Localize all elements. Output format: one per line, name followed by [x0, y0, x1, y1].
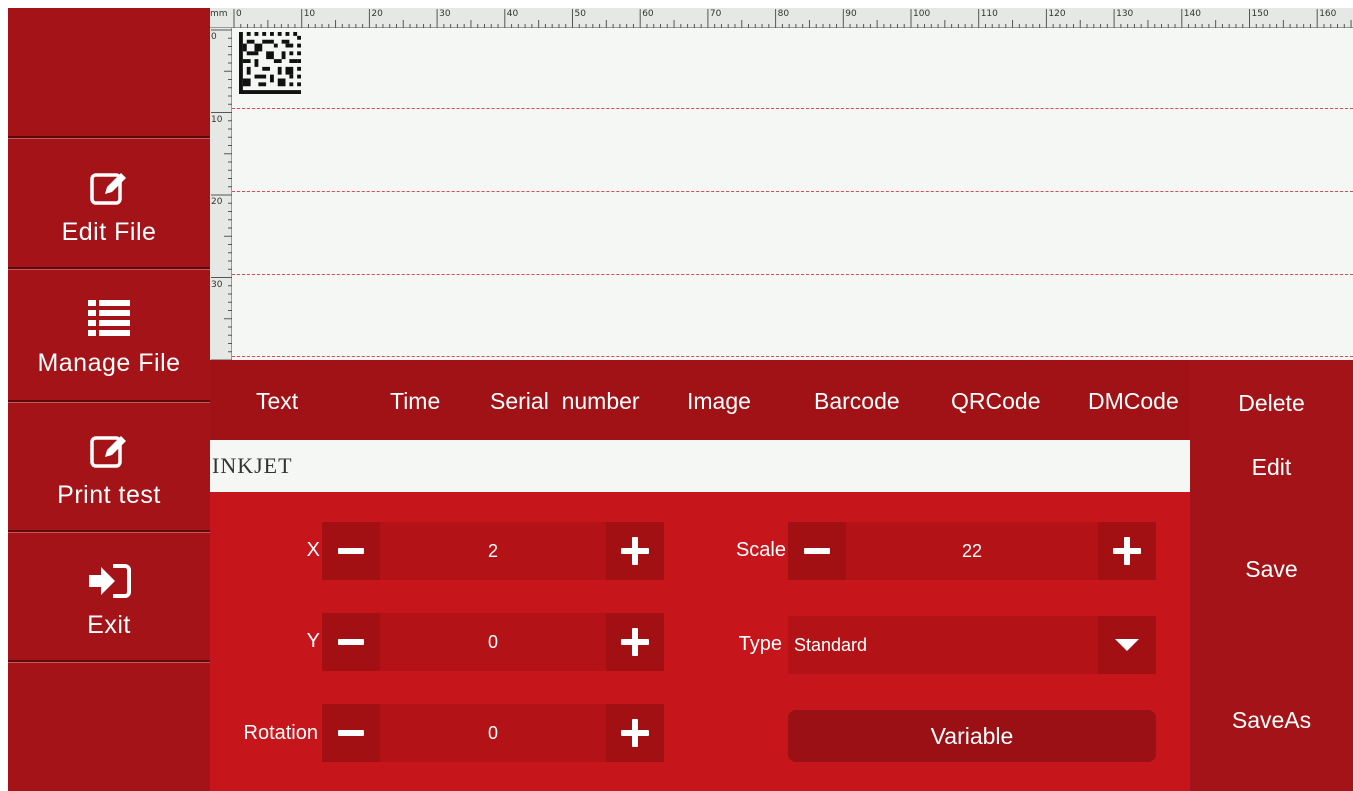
x-label: X — [306, 539, 320, 561]
tab-text[interactable]: Text — [256, 388, 298, 415]
sidebar-item-label: Manage File — [37, 348, 181, 377]
y-value[interactable]: 0 — [380, 613, 606, 671]
guide-line — [232, 356, 1353, 357]
ruler-tick-label: 150 — [1251, 9, 1269, 19]
ruler-tick-label: 120 — [1048, 9, 1066, 19]
sidebar: Edit File Manage File Print test Exit — [8, 8, 210, 791]
minus-icon — [338, 548, 364, 554]
sidebar-item-exit[interactable]: Exit — [8, 536, 210, 660]
ruler-tick-label: 110 — [980, 9, 998, 19]
save-button[interactable]: Save — [1190, 556, 1353, 583]
x-value[interactable]: 2 — [380, 522, 606, 580]
guide-line — [232, 191, 1353, 192]
scale-decrement-button[interactable] — [788, 522, 846, 580]
vertical-ruler-ticks — [211, 29, 232, 360]
sidebar-item-label: Print test — [57, 480, 161, 509]
save-as-button[interactable]: SaveAs — [1190, 707, 1353, 734]
ruler-tick-label: 90 — [845, 9, 857, 19]
x-stepper: 2 — [322, 522, 664, 580]
sidebar-item-print-test[interactable]: Print test — [8, 406, 210, 530]
object-text-input[interactable] — [210, 440, 1190, 492]
ruler-tick-label: 40 — [506, 9, 519, 19]
tab-time[interactable]: Time — [390, 388, 440, 415]
guide-line — [232, 108, 1353, 109]
y-increment-button[interactable] — [606, 613, 664, 671]
ruler-tick-label: 20 — [211, 197, 223, 207]
plus-icon — [621, 719, 649, 747]
y-decrement-button[interactable] — [322, 613, 380, 671]
scale-value[interactable]: 22 — [846, 522, 1098, 580]
plus-icon — [621, 537, 649, 565]
horizontal-ruler: mm 0 10 20 30 40 50 60 70 80 90 100 110 120 130 140 150… — [210, 8, 1353, 28]
ruler-tick-label: 130 — [1116, 9, 1134, 19]
guide-line — [232, 274, 1353, 275]
rotation-stepper: 0 — [322, 704, 664, 762]
sidebar-divider — [8, 136, 210, 139]
edit-icon — [85, 164, 133, 212]
list-icon — [85, 295, 133, 343]
type-selected-value: Standard — [794, 634, 868, 655]
sidebar-divider — [8, 267, 210, 270]
scale-stepper: 22 — [788, 522, 1156, 580]
y-label: Y — [306, 630, 320, 652]
tab-barcode[interactable]: Barcode — [814, 388, 900, 415]
object-type-tabs: Text Time Serial number Image Barcode QR… — [210, 360, 1190, 440]
ruler-tick-label: 160 — [1319, 9, 1337, 19]
ruler-tick-label: 70 — [709, 9, 722, 19]
delete-button[interactable]: Delete — [1190, 390, 1353, 417]
ruler-tick-label: 20 — [371, 9, 383, 19]
type-label: Type — [738, 633, 782, 655]
rotation-decrement-button[interactable] — [322, 704, 380, 762]
tab-image[interactable]: Image — [687, 388, 751, 415]
tab-qrcode[interactable]: QRCode — [951, 388, 1040, 415]
chevron-down-icon[interactable] — [1098, 616, 1156, 674]
minus-icon — [338, 730, 364, 736]
plus-icon — [1113, 537, 1141, 565]
action-column: Delete Edit Save SaveAs — [1190, 360, 1353, 791]
ruler-tick-label: 0 — [211, 32, 217, 42]
sidebar-item-manage-file[interactable]: Manage File — [8, 272, 210, 400]
ruler-tick-label: 60 — [642, 9, 654, 19]
tab-dmcode[interactable]: DMCode — [1088, 388, 1179, 415]
minus-icon — [804, 548, 830, 554]
ruler-tick-label: 30 — [439, 9, 451, 19]
ruler-tick-label: 80 — [777, 9, 790, 19]
x-increment-button[interactable] — [606, 522, 664, 580]
exit-icon — [85, 557, 133, 605]
edit-button[interactable]: Edit — [1190, 454, 1353, 481]
scale-label: Scale — [735, 539, 786, 561]
edit-icon — [85, 427, 133, 475]
sidebar-item-label: Edit File — [61, 217, 157, 246]
properties-panel: Text Time Serial number Image Barcode QR… — [210, 360, 1353, 791]
datamatrix-code[interactable] — [238, 32, 302, 94]
ruler-tick-label: 10 — [211, 114, 223, 125]
minus-icon — [338, 639, 364, 645]
property-controls: X 2 Y 0 Rotation 0 Scale 22 Type Standar… — [210, 492, 1190, 791]
sidebar-divider — [8, 660, 210, 663]
rotation-value[interactable]: 0 — [380, 704, 606, 762]
plus-icon — [621, 628, 649, 656]
variable-button[interactable]: Variable — [788, 710, 1156, 762]
ruler-tick-label: 100 — [913, 9, 931, 19]
ruler-tick-label: 30 — [211, 279, 223, 290]
rotation-increment-button[interactable] — [606, 704, 664, 762]
type-select[interactable]: Standard — [788, 616, 1156, 674]
rotation-label: Rotation — [243, 722, 319, 744]
ruler-tick-label: 10 — [303, 9, 316, 19]
sidebar-divider — [8, 530, 210, 533]
label-canvas[interactable]: mm 0 10 20 30 40 50 60 70 80 90 100 110 120 130 140 150… — [210, 8, 1353, 360]
y-stepper: 0 — [322, 613, 664, 671]
sidebar-divider — [8, 400, 210, 403]
scale-increment-button[interactable] — [1098, 522, 1156, 580]
sidebar-item-edit-file[interactable]: Edit File — [8, 142, 210, 268]
ruler-tick-label: 140 — [1183, 9, 1201, 19]
vertical-ruler: 0 10 20 30 — [210, 28, 232, 360]
tab-serial-number[interactable]: Serial number — [490, 388, 640, 415]
x-decrement-button[interactable] — [322, 522, 380, 580]
sidebar-item-label: Exit — [87, 610, 131, 639]
ruler-tick-label: 0 — [236, 9, 242, 19]
ruler-tick-label: 50 — [574, 9, 586, 19]
